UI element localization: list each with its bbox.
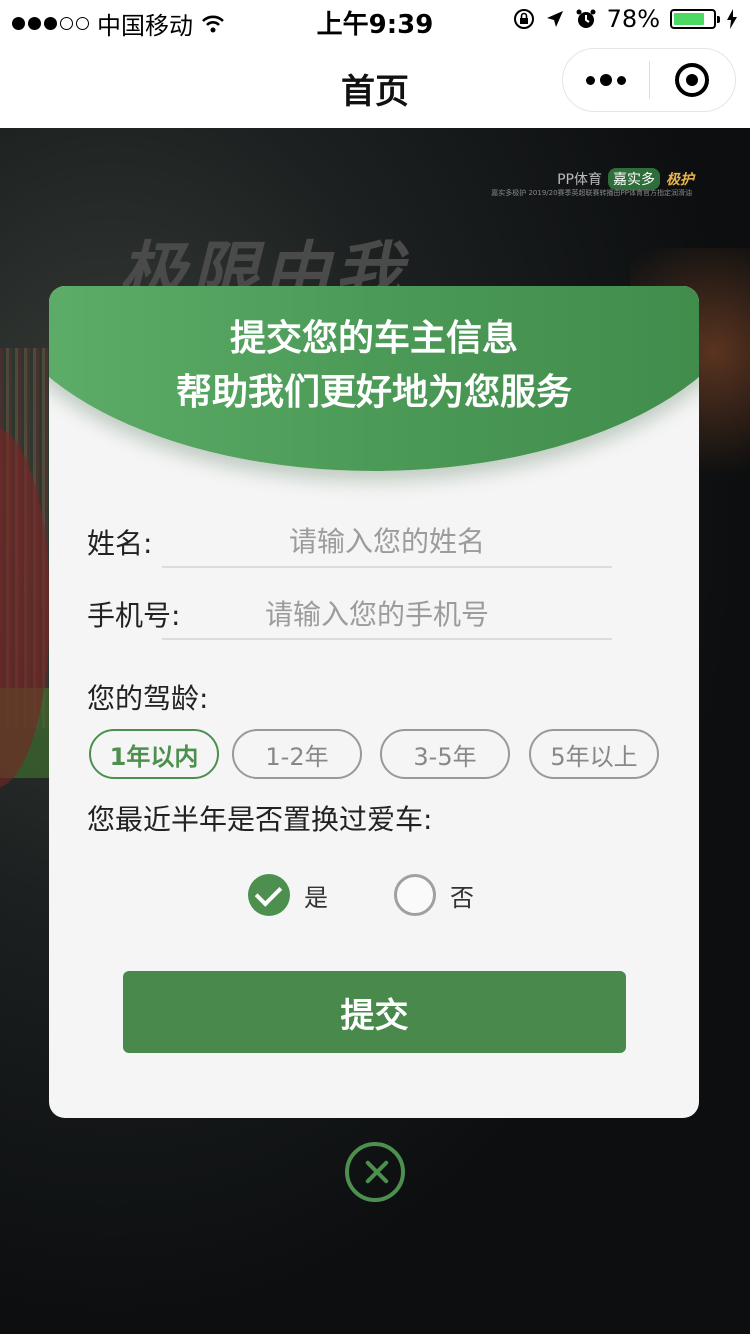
submit-button[interactable]: 提交 bbox=[123, 971, 626, 1053]
castrol-logo: 嘉实多 bbox=[608, 168, 660, 190]
age-option-3-5[interactable]: 3-5年 bbox=[380, 729, 510, 779]
card-title-line1: 提交您的车主信息 bbox=[229, 318, 518, 359]
sponsor-logos: PP体育 嘉实多 极护 bbox=[557, 168, 694, 190]
edge-logo: 极护 bbox=[666, 172, 694, 188]
radio-no[interactable]: 否 bbox=[394, 874, 474, 916]
nav-bar: 首页 bbox=[0, 40, 750, 128]
owner-info-card: 提交您的车主信息 帮助我们更好地为您服务 姓名: 手机号: 您的驾龄: 1年以内… bbox=[49, 286, 699, 1118]
checked-circle-icon bbox=[248, 874, 290, 916]
pp-sports-logo: PP体育 bbox=[557, 172, 602, 188]
exit-target-icon[interactable] bbox=[650, 49, 736, 111]
radio-no-label: 否 bbox=[450, 883, 474, 912]
radio-yes-label: 是 bbox=[304, 883, 328, 912]
radio-yes[interactable]: 是 bbox=[248, 874, 328, 916]
name-input[interactable] bbox=[162, 518, 612, 564]
age-option-under-1[interactable]: 1年以内 bbox=[89, 729, 219, 779]
sponsor-subtitle: 嘉实多极护 2019/20赛季英超联赛转播由PP体育官方指定润滑油 bbox=[491, 189, 692, 197]
close-circle-icon[interactable] bbox=[345, 1142, 405, 1202]
more-menu-icon[interactable] bbox=[563, 49, 649, 111]
name-label: 姓名: bbox=[87, 527, 153, 560]
rotation-lock-icon bbox=[513, 9, 534, 29]
car-change-question: 您最近半年是否置换过爱车: bbox=[87, 803, 433, 836]
status-right: 78% bbox=[513, 5, 738, 33]
phone-input[interactable] bbox=[162, 591, 592, 637]
status-bar: 中国移动 上午9:39 78% bbox=[0, 0, 750, 40]
mini-program-capsule bbox=[562, 48, 736, 112]
driving-age-label: 您的驾龄: bbox=[87, 682, 209, 715]
card-title-line2: 帮助我们更好地为您服务 bbox=[175, 372, 572, 413]
age-option-over-5[interactable]: 5年以上 bbox=[529, 729, 659, 779]
battery-icon bbox=[670, 9, 720, 29]
alarm-clock-icon bbox=[576, 9, 596, 28]
battery-percent: 78% bbox=[606, 5, 660, 33]
location-arrow-icon bbox=[546, 11, 563, 27]
age-option-1-2[interactable]: 1-2年 bbox=[232, 729, 362, 779]
empty-circle-icon bbox=[394, 874, 436, 916]
charging-bolt-icon bbox=[727, 9, 737, 29]
